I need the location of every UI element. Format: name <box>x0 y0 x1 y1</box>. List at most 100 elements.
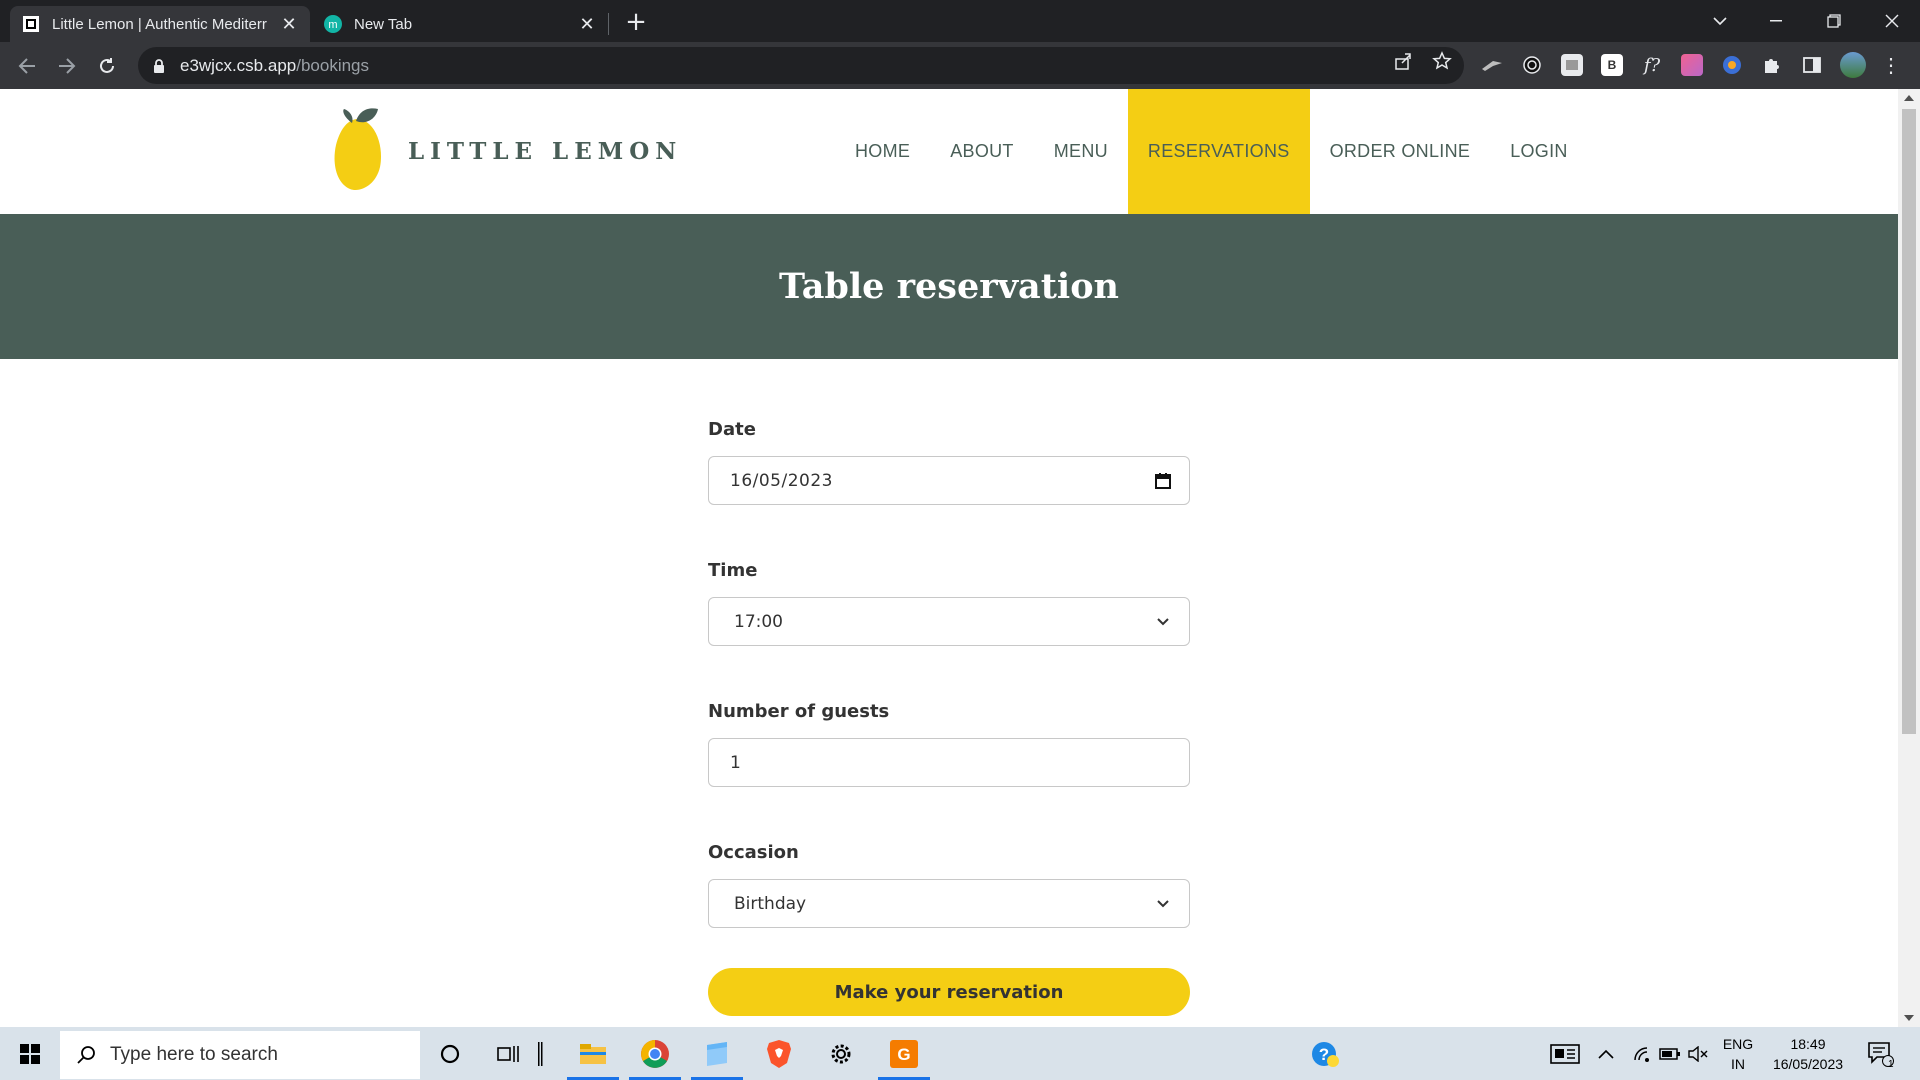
nav-login[interactable]: LOGIN <box>1490 89 1588 214</box>
forward-arrow-icon[interactable] <box>52 51 82 81</box>
tab-separator <box>608 13 609 35</box>
calendar-icon[interactable] <box>1153 471 1173 491</box>
extension-font-icon[interactable]: f? <box>1641 54 1663 76</box>
search-icon <box>76 1045 96 1065</box>
extensions-puzzle-icon[interactable] <box>1761 54 1783 76</box>
chevron-down-icon <box>1153 612 1173 632</box>
language-region: IN <box>1731 1056 1745 1072</box>
nav-menu[interactable]: MENU <box>1034 89 1128 214</box>
date-value: 16/05/2023 <box>730 470 833 491</box>
lemon-logo-icon <box>334 108 382 191</box>
tab-little-lemon[interactable]: Little Lemon | Authentic Mediterr ✕ <box>10 6 310 42</box>
occasion-label: Occasion <box>708 842 799 863</box>
reservation-form: Date 16/05/2023 Time 17:00 Number of gue… <box>708 419 1190 1016</box>
close-window-icon[interactable] <box>1864 0 1920 42</box>
browser-toolbar: e3wjcx.csb.app/bookings B f? ⋮ <box>0 42 1920 89</box>
settings-gear-icon[interactable] <box>822 1035 860 1073</box>
guests-label: Number of guests <box>708 701 890 722</box>
brand-name: LITTLE LEMON <box>408 137 683 165</box>
browser-tab-strip: Little Lemon | Authentic Mediterr ✕ m Ne… <box>0 0 1920 42</box>
scroll-down-arrow-icon[interactable] <box>1904 1015 1914 1021</box>
news-widget-icon[interactable] <box>1546 1035 1584 1073</box>
chevron-down-icon <box>1153 894 1173 914</box>
nav-about[interactable]: ABOUT <box>930 89 1034 214</box>
volume-muted-icon[interactable] <box>1684 1035 1712 1073</box>
taskbar-search-box[interactable]: Type here to search <box>60 1031 420 1079</box>
file-explorer-icon[interactable] <box>567 1027 619 1080</box>
pdf-app-icon[interactable]: G <box>878 1027 930 1080</box>
scrollbar-thumb[interactable] <box>1902 109 1916 734</box>
url-path: /bookings <box>296 55 370 75</box>
help-icon[interactable]: ? <box>1306 1035 1344 1073</box>
guests-value: 1 <box>730 752 741 773</box>
bookmark-star-icon[interactable] <box>1431 50 1453 72</box>
extension-screenshot-icon[interactable] <box>1561 54 1583 76</box>
back-arrow-icon[interactable] <box>12 51 42 81</box>
new-tab-plus-icon[interactable]: + <box>622 7 650 37</box>
occasion-select[interactable]: Birthday <box>708 879 1190 928</box>
nav-reservations[interactable]: RESERVATIONS <box>1127 89 1310 214</box>
reload-icon[interactable] <box>92 51 122 81</box>
extension-color-icon[interactable] <box>1681 54 1703 76</box>
extension-sync-icon[interactable] <box>1521 54 1543 76</box>
new-tab-favicon-icon: m <box>324 15 342 33</box>
search-placeholder: Type here to search <box>110 1044 278 1065</box>
close-tab-icon[interactable]: ✕ <box>280 14 298 34</box>
chrome-icon[interactable] <box>629 1027 681 1080</box>
extension-bird-icon[interactable] <box>1481 54 1503 76</box>
nav-home[interactable]: HOME <box>835 89 930 214</box>
language-indicator[interactable]: ENG IN <box>1720 1036 1756 1072</box>
guests-input[interactable]: 1 <box>708 738 1190 787</box>
url-host: e3wjcx.csb.app <box>180 55 297 75</box>
extension-b-icon[interactable]: B <box>1601 54 1623 76</box>
site-logo[interactable]: LITTLE LEMON <box>330 107 682 195</box>
page-scrollbar[interactable] <box>1898 89 1920 1027</box>
restore-icon[interactable] <box>1806 0 1862 42</box>
scroll-up-arrow-icon[interactable] <box>1904 95 1914 101</box>
date-input[interactable]: 16/05/2023 <box>708 456 1190 505</box>
notepad-app-icon[interactable] <box>691 1027 743 1080</box>
web-page: LITTLE LEMON HOME ABOUT MENU RESERVATION… <box>0 89 1898 1027</box>
occasion-value: Birthday <box>734 893 807 914</box>
url-text[interactable]: e3wjcx.csb.app/bookings <box>180 56 369 76</box>
language-code: ENG <box>1722 1036 1754 1052</box>
page-title: Table reservation <box>779 266 1119 307</box>
time-select[interactable]: 17:00 <box>708 597 1190 646</box>
battery-icon[interactable] <box>1656 1035 1684 1073</box>
address-bar[interactable]: e3wjcx.csb.app/bookings <box>138 47 1464 84</box>
main-nav: HOME ABOUT MENU RESERVATIONS ORDER ONLIN… <box>835 89 1588 214</box>
windows-taskbar: Type here to search G ? ENG IN 18:49 16/… <box>0 1027 1920 1080</box>
make-reservation-button[interactable]: Make your reservation <box>708 968 1190 1016</box>
site-header: LITTLE LEMON HOME ABOUT MENU RESERVATION… <box>0 89 1898 214</box>
brave-browser-icon[interactable] <box>760 1035 798 1073</box>
notification-center-icon[interactable]: 1 <box>1862 1035 1900 1073</box>
tab-title: New Tab <box>354 15 413 33</box>
notification-count: 1 <box>1888 1059 1894 1070</box>
cortana-icon[interactable] <box>431 1035 469 1073</box>
page-hero: Table reservation <box>0 214 1898 359</box>
task-view-icon[interactable] <box>490 1035 528 1073</box>
clock-time: 18:49 <box>1790 1036 1826 1052</box>
lock-icon[interactable] <box>152 58 166 74</box>
minimize-icon[interactable] <box>1748 0 1804 42</box>
nav-order-online[interactable]: ORDER ONLINE <box>1310 89 1491 214</box>
tab-title: Little Lemon | Authentic Mediterr <box>52 15 267 33</box>
extension-circle-icon[interactable] <box>1721 54 1743 76</box>
side-panel-icon[interactable] <box>1801 54 1823 76</box>
windows-start-icon[interactable] <box>0 1027 60 1080</box>
svg-text:m: m <box>328 19 337 31</box>
show-hidden-icons-chevron-up-icon[interactable] <box>1592 1035 1620 1073</box>
share-icon[interactable] <box>1392 50 1414 72</box>
profile-avatar[interactable] <box>1840 52 1866 78</box>
date-label: Date <box>708 419 756 440</box>
clock[interactable]: 18:49 16/05/2023 <box>1766 1036 1850 1072</box>
browser-menu-icon[interactable]: ⋮ <box>1880 54 1902 77</box>
svg-text:G: G <box>897 1045 910 1064</box>
tab-new-tab[interactable]: m New Tab ✕ <box>312 6 608 42</box>
taskbar-divider <box>530 1035 550 1073</box>
tab-search-chevron-icon[interactable] <box>1692 0 1748 42</box>
close-tab-icon[interactable]: ✕ <box>578 14 596 34</box>
time-value: 17:00 <box>734 611 783 632</box>
clock-date: 16/05/2023 <box>1772 1056 1844 1072</box>
wifi-icon[interactable] <box>1628 1035 1656 1073</box>
